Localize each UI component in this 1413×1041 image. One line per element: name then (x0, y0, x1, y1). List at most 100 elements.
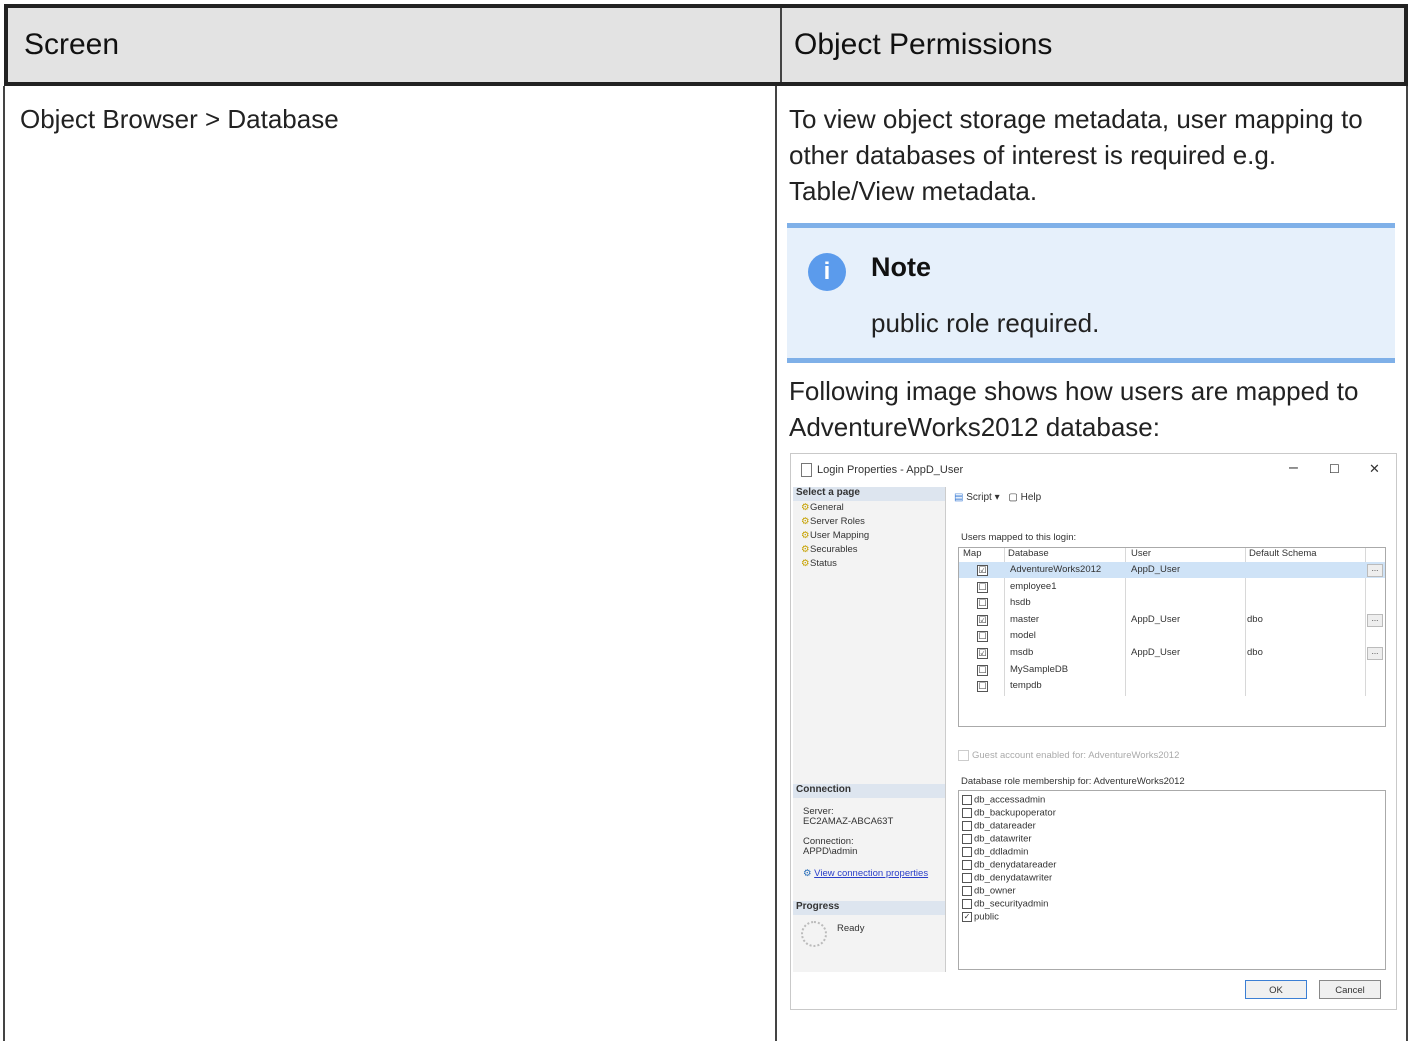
page-status: ⚙Status (801, 558, 837, 569)
dialog-toolbar: ▤ Script ▾ ▢ Help (954, 492, 1041, 503)
list-item: db_datareader (962, 821, 1036, 832)
map-checkbox: ☐ (977, 681, 988, 692)
role-membership-label: Database role membership for: AdventureW… (961, 776, 1185, 787)
map-checkbox: ☑ (977, 565, 988, 576)
view-connection-properties-link: View connection properties (814, 868, 929, 879)
table-row: ☐ MySampleDB (959, 662, 1385, 678)
role-name: db_datareader (974, 820, 1036, 832)
chevron-down-icon: ▾ (994, 492, 1000, 503)
map-checkbox: ☑ (977, 648, 988, 659)
database-name: msdb (1010, 647, 1034, 658)
column-header: Database (1008, 548, 1049, 559)
role-name: db_owner (974, 885, 1016, 897)
select-page-heading: Select a page (793, 487, 945, 501)
ellipsis-button: ... (1367, 564, 1383, 577)
login-properties-screenshot: Login Properties - AppD_User – ☐ ✕ Selec… (790, 453, 1397, 1010)
page-icon: ⚙ (801, 544, 810, 555)
table-row: ☐ model (959, 628, 1385, 644)
server-value: EC2AMAZ-ABCA63T (803, 816, 894, 827)
user-name: AppD_User (1131, 564, 1181, 575)
map-checkbox: ☐ (977, 582, 988, 593)
table-row: ☐ tempdb (959, 678, 1385, 694)
role-name: db_ddladmin (974, 846, 1029, 858)
column-header: User (1131, 548, 1152, 559)
cancel-button: Cancel (1319, 980, 1381, 999)
map-checkbox: ☑ (977, 615, 988, 626)
ellipsis-button: ... (1367, 614, 1383, 627)
role-checkbox (962, 795, 972, 805)
guest-label: Guest account enabled for: AdventureWork… (972, 750, 1180, 762)
page-label: Status (810, 558, 837, 569)
map-checkbox: ☐ (977, 631, 988, 642)
script-button-label: Script (966, 492, 992, 503)
table-row: ☑ master AppD_User dbo ... (959, 612, 1385, 628)
table-header-row: Screen Object Permissions (4, 4, 1408, 86)
close-icon: ✕ (1369, 461, 1380, 476)
role-checkbox: ✓ (962, 912, 972, 922)
minimize-icon: – (1289, 459, 1298, 476)
role-name: db_securityadmin (974, 898, 1049, 910)
connection-heading: Connection (793, 784, 945, 798)
table-left-border (3, 86, 5, 1041)
list-item: db_denydatareader (962, 860, 1056, 871)
guest-checkbox (958, 750, 969, 761)
role-checkbox (962, 808, 972, 818)
connection-properties-icon: ⚙ (803, 868, 812, 879)
role-name: public (974, 911, 999, 923)
dialog-left-pane: Select a page ⚙General ⚙Server Roles ⚙Us… (793, 487, 946, 972)
dialog-title: Login Properties - AppD_User (817, 464, 964, 476)
column-header: Map (963, 548, 982, 559)
page-icon: ⚙ (801, 558, 810, 569)
page-label: Securables (810, 544, 858, 555)
connection-value: APPD\admin (803, 846, 858, 857)
list-item: db_ddladmin (962, 847, 1028, 858)
ellipsis-button: ... (1367, 647, 1383, 660)
table-right-border (1406, 86, 1408, 1041)
page-user-mapping: ⚙User Mapping (801, 530, 869, 541)
progress-heading: Progress (793, 901, 945, 915)
database-name: tempdb (1010, 680, 1042, 691)
maximize-icon: ☐ (1329, 462, 1340, 476)
page-label: General (810, 502, 844, 513)
users-mapped-grid: Map Database User Default Schema ☑ Adven… (958, 547, 1386, 727)
role-checkbox (962, 886, 972, 896)
permissions-description: To view object storage metadata, user ma… (789, 104, 1363, 206)
list-item: ✓ public (962, 912, 999, 923)
role-membership-list: db_accessadmin db_backupoperator db_data… (958, 790, 1386, 970)
header-object-permissions: Object Permissions (780, 8, 1404, 82)
role-name: db_denydatawriter (974, 872, 1053, 884)
database-name: MySampleDB (1010, 664, 1069, 675)
page-label: Server Roles (810, 516, 865, 527)
database-name: master (1010, 614, 1040, 625)
page-general: ⚙General (801, 502, 844, 513)
list-item: db_securityadmin (962, 899, 1048, 910)
role-checkbox (962, 834, 972, 844)
role-checkbox (962, 899, 972, 909)
screen-cell-text: Object Browser > Database (20, 104, 339, 134)
note-title: Note (871, 252, 931, 282)
table-row: ☑ msdb AppD_User dbo ... (959, 645, 1385, 661)
ok-button: OK (1245, 980, 1307, 999)
note-callout: i Note public role required. (787, 223, 1395, 363)
default-schema: dbo (1247, 647, 1263, 658)
default-schema: dbo (1247, 614, 1263, 625)
page-icon: ⚙ (801, 502, 810, 513)
table-row: ☑ AdventureWorks2012 AppD_User ... (959, 562, 1385, 578)
progress-status: Ready (837, 923, 865, 934)
view-connection-properties: ⚙ View connection properties (803, 869, 928, 879)
table-row: ☐ employee1 (959, 579, 1385, 595)
user-name: AppD_User (1131, 647, 1181, 658)
guest-account-option: Guest account enabled for: AdventureWork… (958, 750, 1179, 761)
column-header: Default Schema (1249, 548, 1317, 559)
role-checkbox (962, 873, 972, 883)
note-body: public role required. (871, 308, 1100, 338)
database-name: AdventureWorks2012 (1010, 564, 1102, 575)
map-checkbox: ☐ (977, 665, 988, 676)
database-name: employee1 (1010, 581, 1057, 592)
list-item: db_owner (962, 886, 1016, 897)
role-checkbox (962, 821, 972, 831)
page-server-roles: ⚙Server Roles (801, 516, 865, 527)
help-icon: ▢ (1008, 492, 1018, 503)
database-name: hsdb (1010, 597, 1031, 608)
script-icon: ▤ (954, 492, 964, 503)
